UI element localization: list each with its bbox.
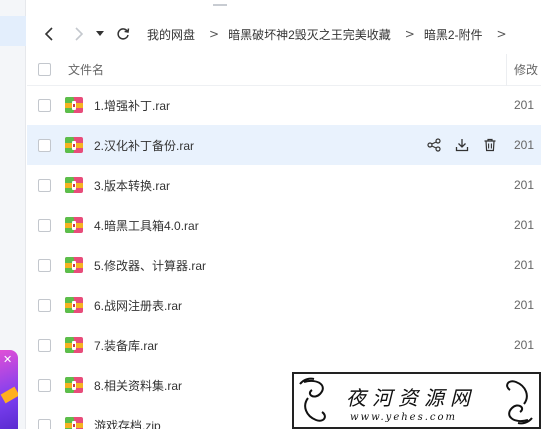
file-row[interactable]: 4.暗黑工具箱4.0.rar 201 xyxy=(27,205,541,245)
back-button[interactable] xyxy=(37,22,61,46)
column-header-modified[interactable]: 修改 xyxy=(514,61,538,78)
download-button[interactable] xyxy=(453,136,471,154)
row-checkbox[interactable] xyxy=(38,418,51,429)
archive-file-icon xyxy=(64,255,84,275)
archive-file-icon xyxy=(64,175,84,195)
row-checkbox[interactable] xyxy=(38,258,51,272)
file-row[interactable]: 5.修改器、计算器.rar 201 xyxy=(27,245,541,285)
nav-bar: 我的网盘 > 暗黑破坏神2毁灭之王完美收藏 > 暗黑2-附件 > xyxy=(27,14,541,54)
breadcrumb-item-collection[interactable]: 暗黑破坏神2毁灭之王完美收藏 xyxy=(228,26,391,43)
forward-button[interactable] xyxy=(67,22,91,46)
column-header-name[interactable]: 文件名 xyxy=(68,61,104,78)
row-checkbox[interactable] xyxy=(38,378,51,392)
archive-file-icon xyxy=(64,295,84,315)
file-row[interactable]: 2.汉化补丁备份.rar 201 xyxy=(27,125,541,165)
archive-file-icon xyxy=(64,95,84,115)
file-name[interactable]: 7.装备库.rar xyxy=(94,337,158,354)
share-icon xyxy=(427,138,441,152)
row-checkbox[interactable] xyxy=(38,338,51,352)
file-row[interactable]: 6.战网注册表.rar 201 xyxy=(27,285,541,325)
file-name[interactable]: 4.暗黑工具箱4.0.rar xyxy=(94,217,199,234)
promo-banner[interactable]: ✕ xyxy=(0,350,18,429)
select-all-checkbox[interactable] xyxy=(38,63,51,76)
list-header: 文件名 修改 xyxy=(27,54,541,86)
breadcrumb-item-current[interactable]: 暗黑2-附件 xyxy=(424,26,483,43)
file-date: 201 xyxy=(514,258,535,272)
archive-file-icon xyxy=(64,375,84,395)
row-checkbox[interactable] xyxy=(38,218,51,232)
row-checkbox[interactable] xyxy=(38,298,51,312)
file-date: 201 xyxy=(514,138,535,152)
breadcrumb-separator: > xyxy=(404,27,415,41)
zip-file-icon xyxy=(64,415,84,429)
file-row[interactable]: 3.版本转换.rar 201 xyxy=(27,165,541,205)
row-checkbox[interactable] xyxy=(38,178,51,192)
promo-decoration xyxy=(0,386,18,404)
breadcrumb-separator: > xyxy=(209,27,220,41)
ornament-right-icon xyxy=(506,380,533,425)
file-name[interactable]: 8.相关资料集.rar xyxy=(94,377,182,394)
sidebar-selected-item[interactable] xyxy=(0,16,26,46)
top-strip xyxy=(27,0,541,14)
refresh-button[interactable] xyxy=(111,22,135,46)
share-button[interactable] xyxy=(425,136,443,154)
archive-file-icon xyxy=(64,215,84,235)
file-name[interactable]: 3.版本转换.rar xyxy=(94,177,170,194)
file-date: 201 xyxy=(514,218,535,232)
file-browser: 我的网盘 > 暗黑破坏神2毁灭之王完美收藏 > 暗黑2-附件 > 文件名 修改 … xyxy=(27,0,541,429)
row-checkbox[interactable] xyxy=(38,98,51,112)
history-dropdown-button[interactable] xyxy=(93,22,107,46)
file-name[interactable]: 2.汉化补丁备份.rar xyxy=(94,137,194,154)
file-name[interactable]: 5.修改器、计算器.rar xyxy=(94,257,206,274)
chevron-right-icon xyxy=(75,27,84,41)
watermark-stamp: 夜河资源网 www.yehes.com xyxy=(292,372,541,429)
chevron-left-icon xyxy=(44,27,53,41)
file-date: 201 xyxy=(514,298,535,312)
ornament-left-icon xyxy=(299,377,326,422)
file-name[interactable]: 游戏存档.zip xyxy=(94,417,161,429)
archive-file-icon xyxy=(64,335,84,355)
watermark-title: 夜河资源网 xyxy=(346,386,476,410)
archive-file-icon xyxy=(64,135,84,155)
file-row[interactable]: 1.增强补丁.rar 201 xyxy=(27,85,541,125)
delete-icon xyxy=(484,138,496,152)
file-date: 201 xyxy=(514,338,535,352)
promo-close-icon[interactable]: ✕ xyxy=(3,353,12,366)
file-date: 201 xyxy=(514,98,535,112)
delete-button[interactable] xyxy=(481,136,499,154)
download-icon xyxy=(455,139,469,152)
breadcrumb: 我的网盘 > 暗黑破坏神2毁灭之王完美收藏 > 暗黑2-附件 > xyxy=(147,26,516,43)
file-date: 201 xyxy=(514,178,535,192)
file-name[interactable]: 6.战网注册表.rar xyxy=(94,297,182,314)
column-divider[interactable] xyxy=(506,54,507,86)
top-strip-mark xyxy=(213,0,227,6)
file-row[interactable]: 7.装备库.rar 201 xyxy=(27,325,541,365)
row-actions xyxy=(425,136,499,154)
caret-down-icon xyxy=(96,31,104,36)
sidebar: ✕ xyxy=(0,0,26,429)
row-checkbox[interactable] xyxy=(38,138,51,152)
watermark-url: www.yehes.com xyxy=(350,412,458,423)
file-name[interactable]: 1.增强补丁.rar xyxy=(94,97,170,114)
breadcrumb-item-root[interactable]: 我的网盘 xyxy=(147,26,195,43)
breadcrumb-separator: > xyxy=(496,27,507,41)
refresh-icon xyxy=(117,28,130,40)
